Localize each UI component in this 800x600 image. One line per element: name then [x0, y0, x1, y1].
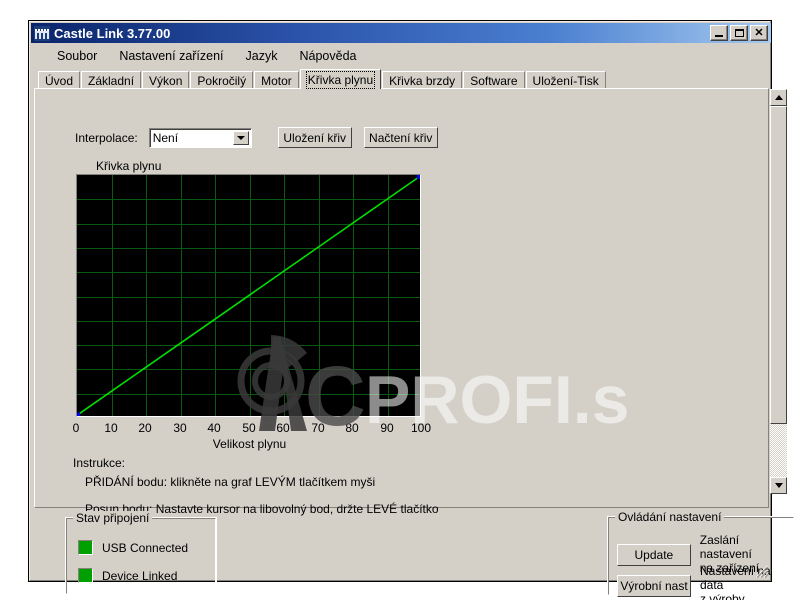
chevron-down-icon[interactable] — [232, 130, 249, 145]
instruction-move-point: Posun bodu: Nastavte kursor na libovolný… — [85, 502, 439, 516]
status-row-usb: USB Connected — [78, 540, 188, 555]
throttle-curve-chart[interactable] — [76, 174, 421, 417]
title-bar[interactable]: Castle Link 3.77.00 ✕ — [31, 23, 771, 43]
plot-area[interactable] — [77, 175, 420, 416]
close-button[interactable]: ✕ — [750, 25, 768, 41]
instruction-add-point: PŘIDÁNÍ bodu: klikněte na graf LEVÝM tla… — [85, 475, 376, 489]
tab-label: Výkon — [149, 74, 183, 88]
x-tick-label: 100 — [410, 421, 432, 435]
maximize-button[interactable] — [730, 25, 748, 41]
minimize-button[interactable] — [710, 25, 728, 41]
interpolation-row: Interpolace: Není Uložení křiv Načtení k… — [75, 127, 438, 148]
usb-status-led — [78, 540, 93, 555]
device-status-led — [78, 568, 93, 583]
tab-motor[interactable]: Motor — [254, 71, 299, 89]
tab-label: Křivka plynu — [305, 71, 376, 89]
chart-title: Křivka plynu — [96, 159, 162, 173]
connection-status-group: Stav připojení USB Connected Device Link… — [65, 511, 217, 595]
status-row-device: Device Linked — [78, 568, 177, 583]
update-button[interactable]: Update — [617, 543, 691, 566]
interpolation-label: Interpolace: — [75, 130, 138, 145]
application-window: Castle Link 3.77.00 ✕ Soubor Nastavení z… — [28, 20, 795, 600]
window-title: Castle Link 3.77.00 — [54, 25, 171, 41]
tab-label: Uložení-Tisk — [532, 74, 599, 88]
castle-icon — [34, 25, 50, 41]
tab-label: Úvod — [45, 74, 74, 88]
tab-strip: Úvod Základní Výkon Pokročilý Motor Křiv… — [34, 69, 769, 89]
menu-item-soubor[interactable]: Soubor — [46, 47, 108, 65]
tab-zakladni[interactable]: Základní — [81, 71, 142, 89]
tab-label: Pokročilý — [197, 74, 247, 88]
interpolation-value: Není — [152, 130, 179, 145]
tab-vykon[interactable]: Výkon — [142, 71, 190, 89]
x-tick-label: 60 — [276, 421, 290, 435]
close-icon: ✕ — [754, 26, 764, 39]
load-curve-button[interactable]: Načtení křiv — [363, 127, 438, 148]
x-tick-label: 80 — [345, 421, 359, 435]
tab-label: Software — [470, 74, 518, 88]
triangle-down-icon — [774, 483, 783, 488]
settings-control-group: Ovládání nastavení Update Zaslání nastav… — [607, 510, 795, 600]
x-tick-label: 0 — [72, 421, 80, 435]
x-tick-label: 30 — [173, 421, 187, 435]
save-curve-button[interactable]: Uložení křiv — [277, 127, 352, 148]
x-tick-label: 90 — [380, 421, 394, 435]
x-tick-label: 40 — [207, 421, 221, 435]
window-controls: ✕ — [710, 25, 768, 41]
scrollbar-track[interactable] — [770, 106, 787, 477]
tab-pokrocily[interactable]: Pokročilý — [190, 71, 254, 89]
interpolation-select[interactable]: Není — [148, 127, 252, 148]
factory-settings-description: Nastavení na data z výroby — [700, 564, 771, 600]
resize-grip[interactable] — [755, 565, 769, 579]
tab-krivka-plynu[interactable]: Křivka plynu — [299, 69, 382, 89]
x-tick-label: 10 — [104, 421, 118, 435]
menu-item-jazyk[interactable]: Jazyk — [235, 47, 289, 65]
tab-ulozeni-tisk[interactable]: Uložení-Tisk — [525, 71, 606, 89]
factory-settings-button[interactable]: Výrobní nast — [617, 574, 691, 597]
settings-control-title: Ovládání nastavení — [615, 510, 725, 524]
triangle-up-icon — [774, 95, 783, 100]
screen: Castle Link 3.77.00 ✕ Soubor Nastavení z… — [0, 0, 800, 600]
chart-x-axis-ticks: 0 10 20 30 40 50 60 70 80 90 100 — [72, 421, 431, 437]
x-tick-label: 20 — [138, 421, 152, 435]
maximize-icon — [735, 29, 744, 37]
throttle-curve-line — [77, 175, 420, 416]
scroll-down-button[interactable] — [770, 477, 787, 494]
tab-krivka-brzdy[interactable]: Křivka brzdy — [382, 71, 463, 89]
tab-software[interactable]: Software — [463, 71, 525, 89]
tab-uvod[interactable]: Úvod — [38, 71, 81, 89]
minimize-icon — [715, 35, 723, 37]
menu-item-napoveda[interactable]: Nápověda — [288, 47, 367, 65]
tab-label: Motor — [261, 74, 292, 88]
menu-item-nastaveni-zarizeni[interactable]: Nastavení zařízení — [108, 47, 234, 65]
x-tick-label: 50 — [242, 421, 256, 435]
vertical-scrollbar[interactable] — [770, 89, 787, 494]
menu-bar: Soubor Nastavení zařízení Jazyk Nápověda — [32, 45, 770, 67]
usb-status-label: USB Connected — [102, 540, 189, 555]
instructions-heading: Instrukce: — [73, 456, 126, 470]
connection-status-title: Stav připojení — [73, 511, 153, 525]
scroll-up-button[interactable] — [770, 89, 787, 106]
chart-x-axis-label: Velikost plynu — [212, 437, 287, 451]
tab-page-krivka-plynu: Interpolace: Není Uložení křiv Načtení k… — [34, 88, 769, 515]
device-status-label: Device Linked — [102, 568, 178, 583]
tab-label: Křivka brzdy — [389, 74, 456, 88]
scrollbar-thumb[interactable] — [770, 106, 787, 424]
x-tick-label: 70 — [311, 421, 325, 435]
tab-label: Základní — [88, 74, 135, 88]
